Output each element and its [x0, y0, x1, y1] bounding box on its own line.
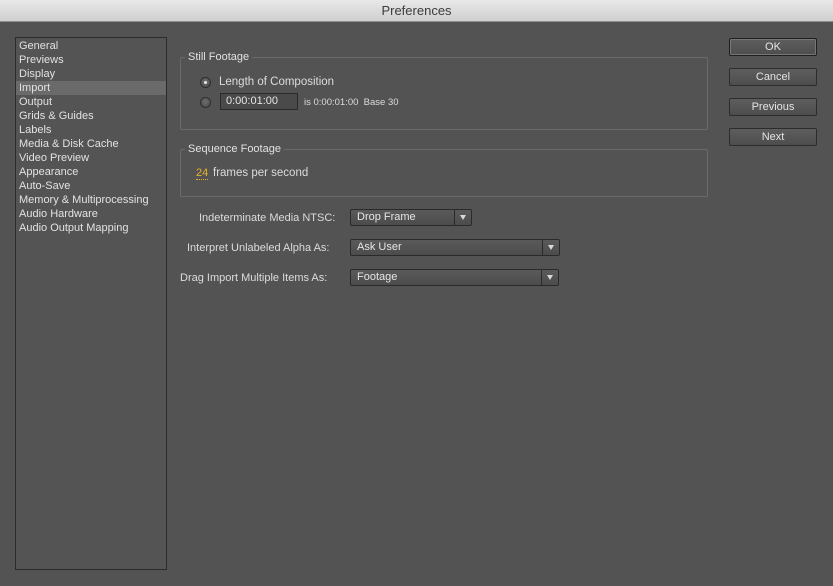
drag-import-label: Drag Import Multiple Items As:	[180, 272, 328, 284]
drag-import-dropdown[interactable]: Footage	[350, 269, 559, 286]
category-item-memory-multiprocessing[interactable]: Memory & Multiprocessing	[16, 193, 166, 207]
category-item-audio-output-mapping[interactable]: Audio Output Mapping	[16, 221, 166, 235]
unlabeled-alpha-dropdown-value: Ask User	[357, 241, 402, 253]
category-item-labels[interactable]: Labels	[16, 123, 166, 137]
custom-duration-radio[interactable]	[200, 97, 211, 108]
category-item-video-preview[interactable]: Video Preview	[16, 151, 166, 165]
drag-import-dropdown-value: Footage	[357, 271, 398, 283]
category-item-output[interactable]: Output	[16, 95, 166, 109]
category-item-previews[interactable]: Previews	[16, 53, 166, 67]
chevron-down-icon	[541, 270, 558, 285]
category-item-general[interactable]: General	[16, 39, 166, 53]
length-of-composition-label: Length of Composition	[219, 76, 335, 88]
chevron-down-icon	[542, 240, 559, 255]
next-button[interactable]: Next	[729, 128, 817, 146]
length-of-composition-radio[interactable]	[200, 77, 211, 88]
still-duration-timecode-field[interactable]: 0:00:01:00	[220, 93, 298, 110]
ntsc-dropdown-value: Drop Frame	[357, 211, 416, 223]
window-titlebar[interactable]: Preferences	[0, 0, 833, 22]
category-item-import[interactable]: Import	[16, 81, 166, 95]
cancel-button[interactable]: Cancel	[729, 68, 817, 86]
ntsc-label: Indeterminate Media NTSC:	[199, 212, 336, 224]
category-item-auto-save[interactable]: Auto-Save	[16, 179, 166, 193]
category-item-appearance[interactable]: Appearance	[16, 165, 166, 179]
category-item-audio-hardware[interactable]: Audio Hardware	[16, 207, 166, 221]
previous-button[interactable]: Previous	[729, 98, 817, 116]
window-title: Preferences	[381, 3, 452, 18]
sequence-footage-title: Sequence Footage	[185, 143, 284, 155]
timecode-base-note: is 0:00:01:00 Base 30	[304, 97, 399, 108]
category-item-grids-guides[interactable]: Grids & Guides	[16, 109, 166, 123]
chevron-down-icon	[454, 210, 471, 225]
category-item-display[interactable]: Display	[16, 67, 166, 81]
category-item-media-disk-cache[interactable]: Media & Disk Cache	[16, 137, 166, 151]
unlabeled-alpha-dropdown[interactable]: Ask User	[350, 239, 560, 256]
frames-per-second-label: frames per second	[213, 167, 309, 179]
ok-button[interactable]: OK	[729, 38, 817, 56]
frames-per-second-value[interactable]: 24	[196, 168, 209, 180]
ntsc-dropdown[interactable]: Drop Frame	[350, 209, 472, 226]
preferences-category-list[interactable]: General Previews Display Import Output G…	[15, 37, 167, 570]
still-footage-title: Still Footage	[185, 51, 253, 63]
unlabeled-alpha-label: Interpret Unlabeled Alpha As:	[187, 242, 330, 254]
